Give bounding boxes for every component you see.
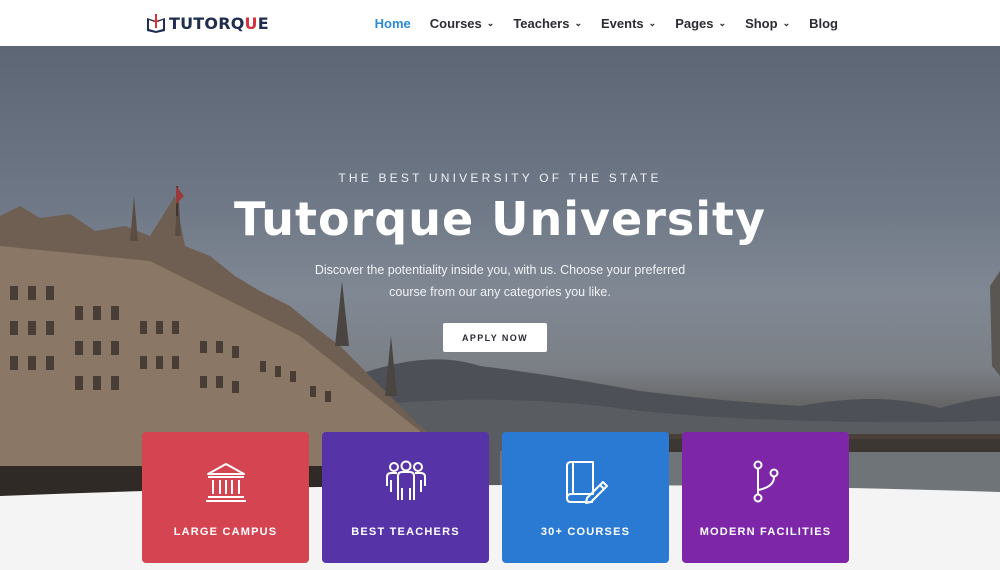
hero-title: Tutorque University [233, 192, 767, 246]
chevron-down-icon: ⌄ [782, 17, 791, 28]
feature-label: 30+ COURSES [540, 526, 631, 538]
feature-card-courses[interactable]: 30+ COURSES [502, 432, 669, 563]
apply-now-button[interactable]: APPLY NOW [443, 323, 547, 352]
hero-description-line-1: Discover the potentiality inside you, wi… [314, 263, 686, 277]
logo-book-icon [145, 13, 167, 33]
nav-blog[interactable]: Blog [809, 16, 838, 31]
hero-description-line-2: course from our any categories you like. [389, 285, 611, 299]
nav-teachers[interactable]: Teachers ⌄ [513, 16, 582, 31]
chevron-down-icon: ⌄ [574, 17, 583, 28]
feature-label: LARGE CAMPUS [173, 526, 278, 538]
nav-shop[interactable]: Shop ⌄ [745, 16, 790, 31]
feature-card-modern-facilities[interactable]: MODERN FACILITIES [682, 432, 849, 563]
site-header: TUTORQUE Home Courses ⌄ Teachers ⌄ Events ⌄… [0, 0, 1000, 46]
site-logo[interactable]: TUTORQUE [145, 12, 269, 34]
nav-home[interactable]: Home [375, 16, 411, 31]
hero-description: Discover the potentiality inside you, wi… [290, 259, 710, 303]
nav-courses[interactable]: Courses ⌄ [430, 16, 495, 31]
chevron-down-icon: ⌄ [486, 17, 495, 28]
git-branch-icon [682, 460, 849, 504]
nav-pages[interactable]: Pages ⌄ [675, 16, 726, 31]
chevron-down-icon: ⌄ [648, 17, 657, 28]
building-columns-icon [142, 460, 309, 504]
feature-cards: LARGE CAMPUS BEST TEACHERS 30+ COURSES M… [142, 432, 849, 563]
nav-events[interactable]: Events ⌄ [601, 16, 656, 31]
users-group-icon [322, 460, 489, 504]
feature-card-large-campus[interactable]: LARGE CAMPUS [142, 432, 309, 563]
logo-text: TUTORQUE [169, 13, 269, 33]
chevron-down-icon: ⌄ [718, 17, 727, 28]
book-pencil-icon [502, 460, 669, 504]
hero-section: THE BEST UNIVERSITY OF THE STATE Tutorqu… [0, 46, 1000, 496]
feature-card-best-teachers[interactable]: BEST TEACHERS [322, 432, 489, 563]
feature-label: MODERN FACILITIES [699, 526, 832, 538]
hero-eyebrow: THE BEST UNIVERSITY OF THE STATE [338, 171, 662, 185]
main-nav: Home Courses ⌄ Teachers ⌄ Events ⌄ Pages ⌄ S… [375, 0, 838, 46]
feature-label: BEST TEACHERS [351, 526, 460, 538]
